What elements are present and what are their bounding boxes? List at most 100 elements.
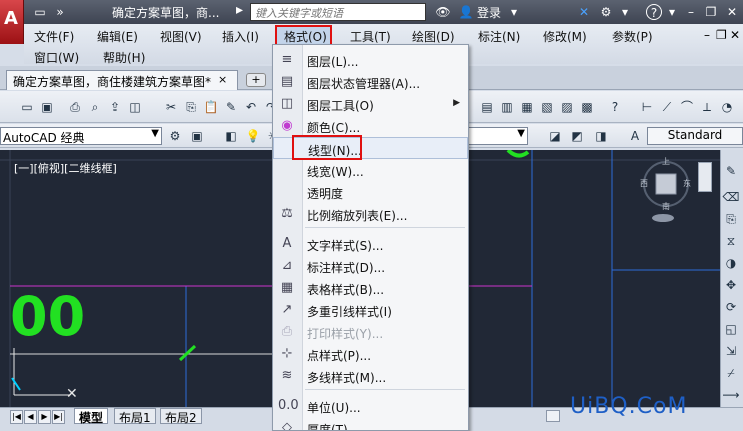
- move-icon[interactable]: ✥: [722, 276, 740, 294]
- restore-icon[interactable]: ❐: [703, 4, 719, 20]
- minimize-icon[interactable]: –: [683, 4, 699, 20]
- plot-icon[interactable]: ◫: [126, 98, 144, 116]
- format-menu-item-lineweight[interactable]: 线宽(W)...: [273, 159, 468, 181]
- prev-tab-icon[interactable]: ◀: [24, 410, 37, 424]
- doc-close-icon[interactable]: ✕: [730, 28, 740, 42]
- format-menu-item-table-style[interactable]: ▦ 表格样式(B)...: [273, 277, 468, 299]
- format-menu-item-thickness[interactable]: ◇ 厚度(T): [273, 417, 468, 430]
- layer-manager-icon[interactable]: ◧: [222, 127, 240, 145]
- preview-icon[interactable]: ⌕: [86, 98, 104, 116]
- menu-draw[interactable]: 绘图(D): [412, 28, 455, 45]
- markup-icon[interactable]: ▨: [558, 98, 576, 116]
- menu-edit[interactable]: 编辑(E): [97, 28, 138, 45]
- dropdown-arrow-icon[interactable]: ▾: [506, 4, 522, 20]
- sheet-set-icon[interactable]: ▧: [538, 98, 556, 116]
- exchange-icon[interactable]: ✕: [576, 4, 592, 20]
- menu-modify[interactable]: 修改(M): [543, 28, 587, 45]
- menu-dimension[interactable]: 标注(N): [478, 28, 520, 45]
- text-style-tb-icon[interactable]: A: [626, 127, 644, 145]
- viewport-controls[interactable]: [一][俯视][二维线框]: [14, 160, 117, 176]
- dropdown-arrow-icon[interactable]: ▾: [664, 4, 680, 20]
- doc-minimize-icon[interactable]: –: [704, 28, 710, 42]
- doc-restore-icon[interactable]: ❐: [716, 28, 727, 42]
- binoculars-icon[interactable]: 👁: [432, 4, 454, 20]
- new-tab-button[interactable]: +: [246, 73, 266, 87]
- login-button[interactable]: 登录: [477, 4, 501, 21]
- bulb-icon[interactable]: 💡: [244, 127, 262, 145]
- dropdown-arrow-icon[interactable]: ▾: [617, 4, 633, 20]
- menu-view[interactable]: 视图(V): [160, 28, 202, 45]
- dim-arc-icon[interactable]: ⌒: [678, 98, 696, 116]
- extend-icon[interactable]: ⟶: [722, 386, 740, 404]
- paste-icon[interactable]: 📋: [202, 98, 220, 116]
- copy-icon[interactable]: ⎘: [182, 98, 200, 116]
- format-menu-item-layer-tools[interactable]: ◫ 图层工具(O) ▶: [273, 93, 468, 115]
- stretch-icon[interactable]: ⇲: [722, 342, 740, 360]
- format-menu-item-transparency[interactable]: 透明度: [273, 181, 468, 203]
- horizontal-scroll-thumb[interactable]: [546, 410, 560, 422]
- next-tab-icon[interactable]: ▶: [38, 410, 51, 424]
- tab-layout2[interactable]: 布局2: [160, 408, 202, 425]
- format-menu-item-units[interactable]: 0.0 单位(U)...: [273, 395, 468, 417]
- layer-previous-icon[interactable]: ◩: [568, 127, 586, 145]
- menu-insert[interactable]: 插入(I): [222, 28, 259, 45]
- print-icon[interactable]: ⎙: [66, 98, 84, 116]
- design-center-icon[interactable]: ▥: [498, 98, 516, 116]
- tab-close-icon[interactable]: ×: [218, 73, 227, 86]
- workspace-settings-icon[interactable]: ⚙: [166, 127, 184, 145]
- tab-layout1[interactable]: 布局1: [114, 408, 156, 425]
- format-menu-item-mleader-style[interactable]: ↗ 多重引线样式(I): [273, 299, 468, 321]
- format-menu-item-dim-style[interactable]: ⊿ 标注样式(D)...: [273, 255, 468, 277]
- undo-icon[interactable]: ↶: [242, 98, 260, 116]
- mirror-icon[interactable]: ⧖: [722, 232, 740, 250]
- erase-icon[interactable]: ⌫: [722, 188, 740, 206]
- dim-linear-icon[interactable]: ⊢: [638, 98, 656, 116]
- calc-icon[interactable]: ▩: [578, 98, 596, 116]
- menu-tools[interactable]: 工具(T): [350, 28, 391, 45]
- match-props-icon[interactable]: ✎: [222, 98, 240, 116]
- quick-access-more-icon[interactable]: »: [52, 4, 68, 20]
- menu-parameters[interactable]: 参数(P): [612, 28, 653, 45]
- new-file-icon[interactable]: ▭: [32, 4, 48, 20]
- app-logo[interactable]: A: [0, 0, 24, 44]
- cut-icon[interactable]: ✂: [162, 98, 180, 116]
- menu-window[interactable]: 窗口(W): [34, 49, 79, 66]
- tool-palette-icon[interactable]: ▦: [518, 98, 536, 116]
- dim-radius-icon[interactable]: ◔: [718, 98, 736, 116]
- help-icon[interactable]: ?: [646, 4, 662, 20]
- help-tb-icon[interactable]: ?: [606, 98, 624, 116]
- menu-help[interactable]: 帮助(H): [103, 49, 145, 66]
- layer-props-icon[interactable]: ▣: [188, 127, 206, 145]
- menu-file[interactable]: 文件(F): [34, 28, 74, 45]
- rotate-icon[interactable]: ⟳: [722, 298, 740, 316]
- layer-iso-icon[interactable]: ◨: [592, 127, 610, 145]
- connect-icon[interactable]: ⚙: [598, 4, 614, 20]
- format-menu-item-scale-list[interactable]: ⚖ 比例缩放列表(E)...: [273, 203, 468, 225]
- close-icon[interactable]: ✕: [724, 4, 740, 20]
- layer-select[interactable]: ▼: [468, 127, 528, 145]
- dim-aligned-icon[interactable]: ⟋: [658, 98, 676, 116]
- offset-icon[interactable]: ◑: [722, 254, 740, 272]
- format-menu-item-text-style[interactable]: A 文字样式(S)...: [273, 233, 468, 255]
- canvas-scrollbar-handle[interactable]: [698, 162, 712, 192]
- search-input[interactable]: 键入关键字或短语: [250, 3, 426, 21]
- format-menu-item-point-style[interactable]: ⊹ 点样式(P)...: [273, 343, 468, 365]
- copy-obj-icon[interactable]: ⎘: [722, 210, 740, 228]
- workspace-select[interactable]: AutoCAD 经典 ▼: [0, 127, 162, 145]
- format-menu-item-layers[interactable]: ≡ 图层(L)...: [273, 49, 468, 71]
- format-menu-item-color-wheel[interactable]: ◉ 颜色(C)...: [273, 115, 468, 137]
- publish-icon[interactable]: ⇪: [106, 98, 124, 116]
- text-style-select[interactable]: Standard: [647, 127, 743, 145]
- make-current-icon[interactable]: ◪: [546, 127, 564, 145]
- props-icon[interactable]: ▤: [478, 98, 496, 116]
- trim-icon[interactable]: ⌿: [722, 364, 740, 382]
- format-menu-item-plot-style[interactable]: ⎙ 打印样式(Y)...: [273, 321, 468, 343]
- pencil-icon[interactable]: ✎: [722, 162, 740, 180]
- first-tab-icon[interactable]: |◀: [10, 410, 23, 424]
- new-icon[interactable]: ▭: [18, 98, 36, 116]
- save-icon[interactable]: ▣: [38, 98, 56, 116]
- title-dropdown-icon[interactable]: ▸: [236, 2, 243, 18]
- last-tab-icon[interactable]: ▶|: [52, 410, 65, 424]
- format-menu-item-mline-style[interactable]: ≋ 多线样式(M)...: [273, 365, 468, 387]
- format-menu-item-layer-state[interactable]: ▤ 图层状态管理器(A)...: [273, 71, 468, 93]
